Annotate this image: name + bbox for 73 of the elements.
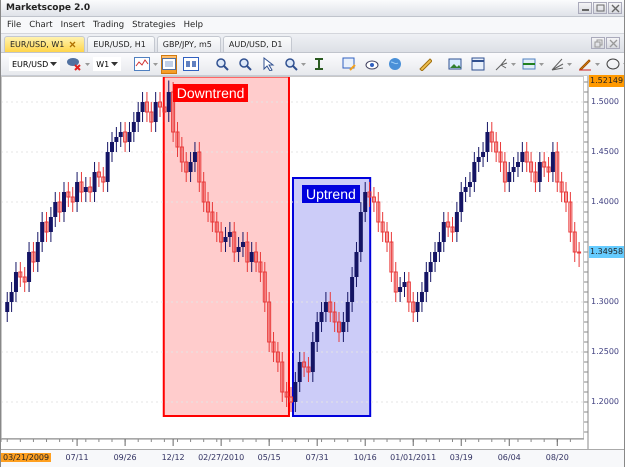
restore-icon: [594, 38, 602, 48]
zoom-in-icon[interactable]: [215, 57, 230, 72]
price-tag: 1.52149: [589, 74, 624, 87]
fork-icon[interactable]: [494, 57, 508, 72]
caret-icon[interactable]: [301, 62, 306, 66]
date-label: 01/01/2011: [390, 453, 436, 462]
close-button[interactable]: [606, 37, 620, 50]
menu-item[interactable]: File: [3, 20, 26, 30]
price-label: 1.4000: [591, 196, 619, 208]
picture-icon[interactable]: [448, 57, 462, 72]
caret-icon[interactable]: [85, 62, 90, 66]
note-icon[interactable]: [342, 57, 356, 72]
chart-tab[interactable]: EUR/USD, W1: [4, 36, 86, 52]
chart-tab[interactable]: AUD/USD, D1: [222, 36, 292, 52]
price-label: 1.2500: [591, 346, 619, 358]
delete-chart-icon[interactable]: [66, 56, 82, 72]
restore-button[interactable]: [591, 37, 605, 50]
maximize-icon: [596, 4, 604, 13]
minimize-button[interactable]: [578, 2, 592, 14]
date-tag: 03/21/2009: [1, 453, 52, 462]
caret-icon[interactable]: [511, 62, 516, 66]
date-label: 03/19: [450, 453, 473, 462]
fan-icon[interactable]: [550, 57, 564, 72]
window-icon[interactable]: [471, 57, 486, 72]
zoom-out-icon[interactable]: [238, 57, 252, 72]
menu-item[interactable]: Trading: [88, 20, 128, 30]
line-tool-icon[interactable]: [522, 57, 536, 72]
minimize-icon: [582, 9, 588, 12]
price-label: 1.3000: [591, 296, 619, 308]
date-label: 06/04: [498, 453, 521, 462]
trend-label: Downtrend: [172, 84, 248, 102]
date-label: 08/20: [546, 453, 569, 462]
menu-item[interactable]: Strategies: [128, 20, 180, 30]
caret-icon: [50, 62, 58, 66]
close-icon: [610, 4, 620, 13]
close-icon[interactable]: [69, 41, 76, 48]
line-chart-icon[interactable]: [134, 57, 150, 72]
caret-icon: [111, 62, 118, 66]
date-label: 12/12: [162, 453, 185, 462]
close-button[interactable]: [608, 2, 622, 14]
trend-label: Uptrend: [302, 185, 360, 204]
caret-icon[interactable]: [595, 62, 600, 66]
window-title: Marketscope 2.0: [6, 3, 90, 14]
date-label: 09/26: [114, 453, 137, 462]
symbol-dropdown[interactable]: EUR/USD: [9, 57, 60, 72]
date-label: 05/15: [258, 453, 281, 462]
price-label: 1.5000: [591, 96, 619, 108]
caret-icon[interactable]: [539, 62, 544, 66]
maximize-button[interactable]: [593, 2, 607, 14]
caret-icon[interactable]: [567, 62, 572, 66]
date-label: 10/16: [354, 453, 377, 462]
menu-item[interactable]: Help: [180, 20, 207, 30]
ellipse-icon[interactable]: [606, 57, 620, 72]
magnifier-icon[interactable]: [284, 57, 298, 72]
price-tag: 1.34958: [589, 246, 624, 258]
globe-icon[interactable]: [388, 57, 402, 72]
panel-toggle-button[interactable]: [161, 54, 178, 74]
timeframe-dropdown[interactable]: W1: [93, 57, 122, 72]
date-label: 07/11: [66, 453, 89, 462]
chart-tab[interactable]: EUR/USD, H1: [87, 36, 155, 52]
caret-icon[interactable]: [153, 62, 158, 66]
chart-tab[interactable]: GBP/JPY, m5: [156, 36, 221, 52]
menu-item[interactable]: Chart: [25, 20, 57, 30]
pencil-icon[interactable]: [578, 57, 592, 72]
close-icon: [608, 38, 618, 48]
price-label: 1.4500: [591, 146, 619, 158]
menu-item[interactable]: Insert: [56, 20, 89, 30]
window-icon[interactable]: [183, 57, 200, 72]
date-label: 07/31: [306, 453, 329, 462]
date-label: 02/27/2010: [198, 453, 244, 462]
ruler-icon[interactable]: [418, 57, 432, 72]
cursor-icon[interactable]: [261, 57, 276, 72]
price-label: 1.2000: [591, 396, 619, 408]
